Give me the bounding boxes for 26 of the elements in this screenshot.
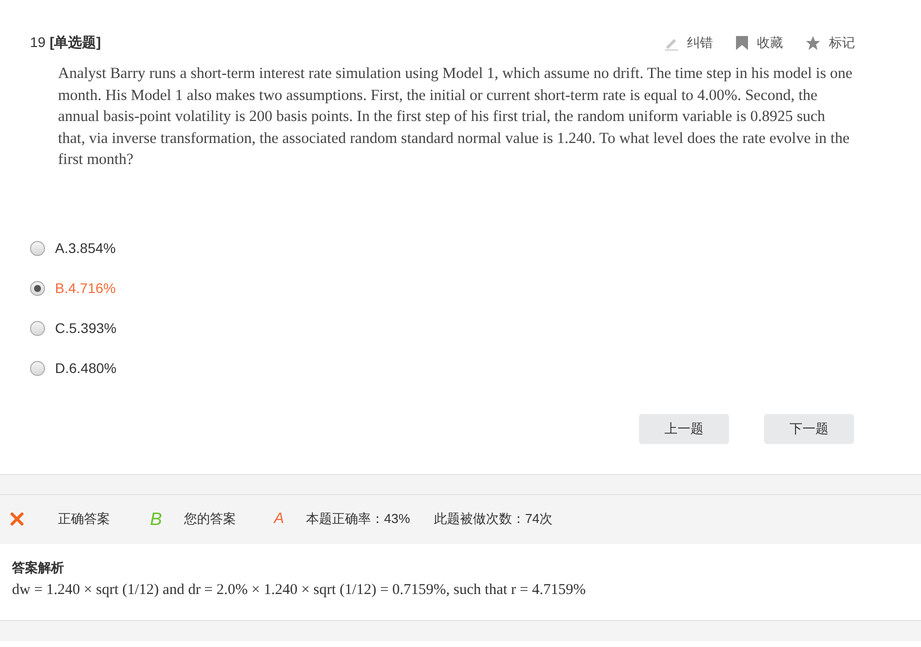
- correct-answer-label: 正确答案: [58, 510, 110, 528]
- analysis-title: 答案解析: [12, 558, 65, 576]
- attempt-count: 此题被做次数：74次: [434, 510, 553, 528]
- report-error-button[interactable]: 纠错: [663, 32, 713, 52]
- accuracy-rate: 本题正确率：43%: [306, 510, 410, 528]
- analysis-text: dw = 1.240 × sqrt (1/12) and dr = 2.0% × 1.240 × sqrt (1/12) = 0.7159%, such that r = 4.7159%: [12, 581, 587, 600]
- radio-button[interactable]: [30, 241, 45, 256]
- cross-icon: [10, 512, 24, 526]
- mark-button[interactable]: 标记: [805, 32, 855, 52]
- question-type: [单选题]: [50, 33, 101, 52]
- your-answer-value: A: [274, 508, 284, 529]
- question-text: Analyst Barry runs a short-term interest rate simulation using Model 1, which assume no drift. The time step in his model is one month. His Model 1 also makes two assumptions. First, the initial or current short-term rate is equal to 4.00%. Second, the annual basis-point volatility is 200 basis points. In the first step of his first trial, the random uniform variable is 0.8925 such that, via inverse transformation, the associated random standard normal value is 1.240. To what level does the rate evolve in the first month?: [57, 64, 854, 170]
- answer-option[interactable]: C.5.393%: [30, 318, 116, 338]
- radio-button[interactable]: [30, 281, 45, 296]
- your-answer-label: 您的答案: [184, 510, 236, 528]
- radio-button[interactable]: [30, 361, 45, 376]
- bookmark-icon: [735, 34, 749, 50]
- correct-answer-value: B: [150, 508, 162, 530]
- favorite-button[interactable]: 收藏: [735, 32, 783, 52]
- answer-option[interactable]: A.3.854%: [30, 238, 116, 258]
- star-icon: [805, 34, 821, 50]
- answer-option[interactable]: D.6.480%: [30, 358, 116, 378]
- question-number: 19: [30, 33, 46, 52]
- previous-button[interactable]: 上一题: [639, 414, 729, 444]
- radio-button[interactable]: [30, 321, 45, 336]
- next-button[interactable]: 下一题: [764, 414, 854, 444]
